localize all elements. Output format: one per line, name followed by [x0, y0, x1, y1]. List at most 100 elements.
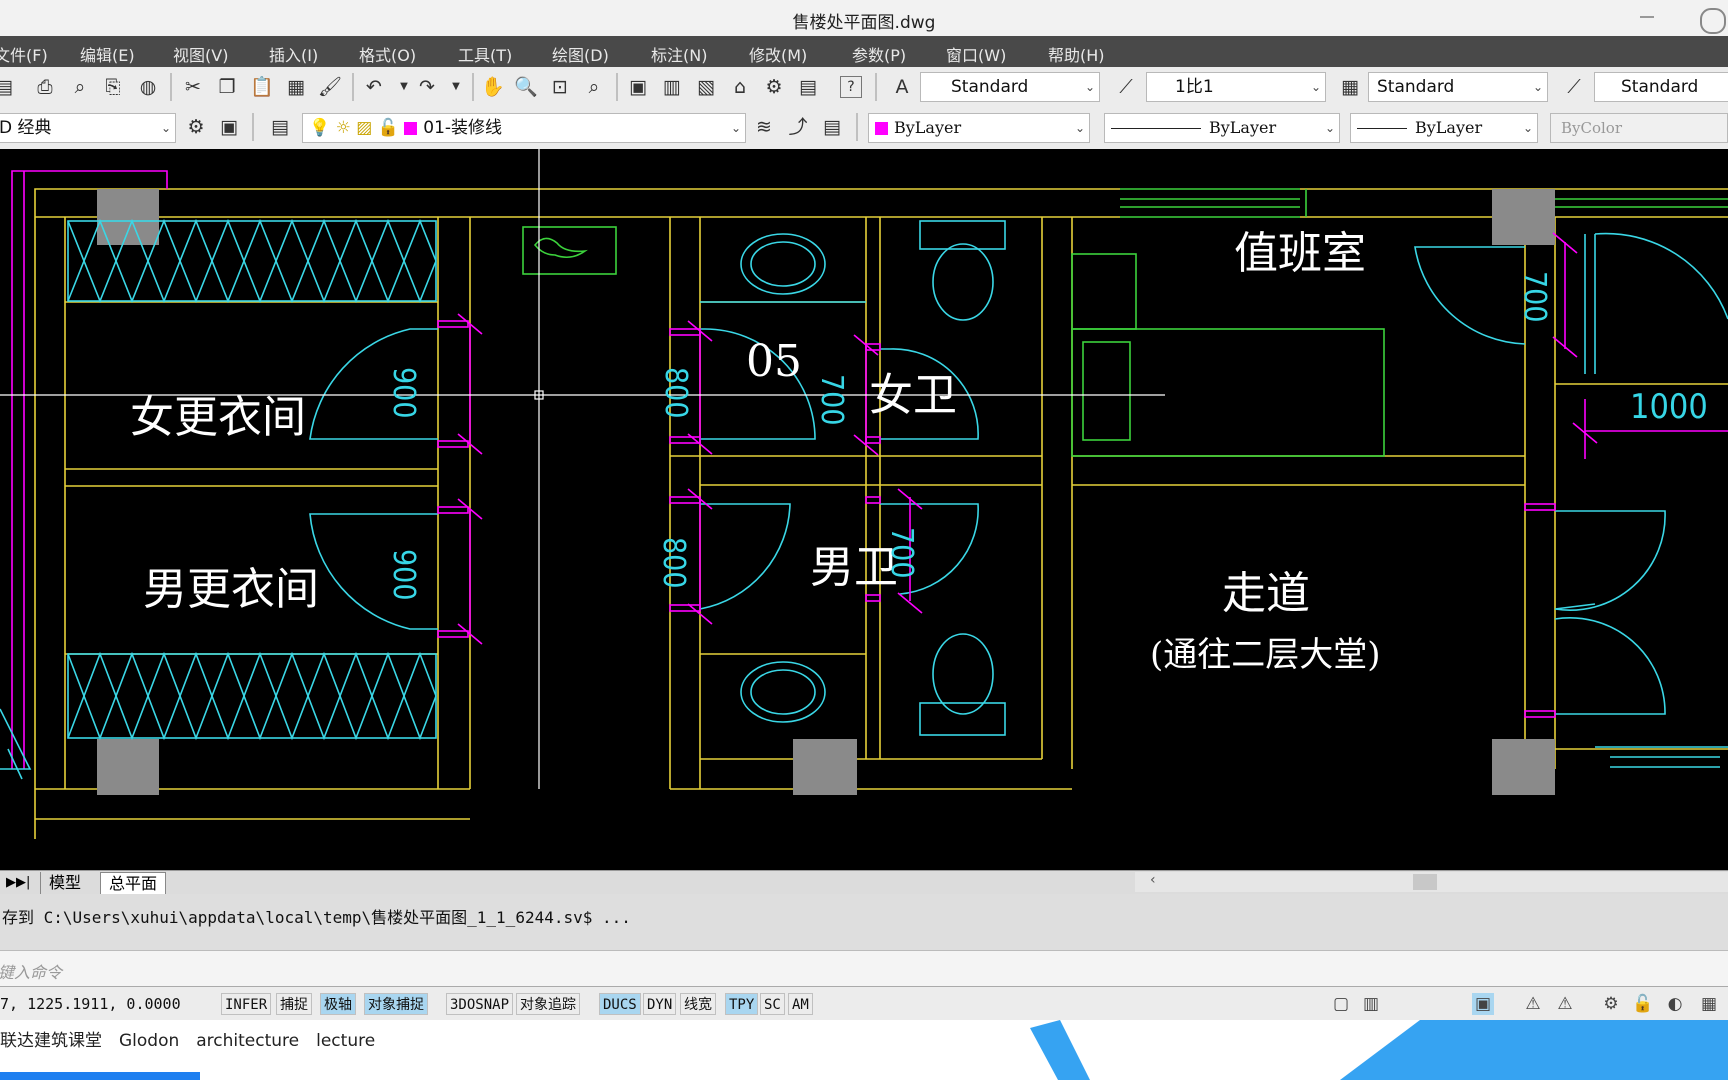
clean-screen-icon[interactable]: ▦	[1698, 993, 1720, 1015]
minimize-button[interactable]	[1640, 16, 1654, 18]
color-select[interactable]: ByLayer ⌄	[868, 113, 1090, 143]
plotstyle-select[interactable]: ByColor	[1550, 113, 1728, 143]
toolbar-lock-icon[interactable]: 🔓	[1632, 993, 1654, 1015]
redo-icon[interactable]: ↷	[415, 75, 439, 99]
workspace-toggle-icon[interactable]: ▣	[217, 115, 241, 139]
make-current-layer-icon[interactable]: ≋	[752, 115, 776, 139]
floor-plan-drawing	[0, 149, 1728, 839]
layer-color-swatch	[404, 121, 418, 135]
video-watermark: 联达建筑课堂 Glodon architecture lecture	[0, 1020, 1728, 1080]
isolate-objects-icon[interactable]: ◐	[1664, 993, 1686, 1015]
layer-previous-icon[interactable]: ⤴	[786, 115, 810, 139]
tab-layout[interactable]: 总平面	[100, 872, 167, 895]
cut-icon[interactable]: ✂	[181, 75, 205, 99]
status-infer[interactable]: INFER	[221, 993, 272, 1015]
calculator-icon[interactable]: ▤	[796, 75, 820, 99]
layer-vp-freeze-icon: ▨	[356, 118, 373, 138]
design-center-icon[interactable]: ▥	[660, 75, 684, 99]
menu-tools[interactable]: 工具(T)	[458, 42, 512, 66]
zoom-window-icon[interactable]: ⊡	[548, 75, 572, 99]
annotation-scale-icon[interactable]: ⟋	[1114, 75, 1138, 99]
sheet-set-icon[interactable]: ⌂	[728, 75, 752, 99]
linetype-select[interactable]: ByLayer ⌄	[1104, 113, 1340, 143]
publish-icon[interactable]: ⎘	[101, 75, 125, 99]
pan-icon[interactable]: ✋	[481, 75, 505, 99]
room-label-female-wc: 女卫	[869, 370, 957, 421]
drawing-canvas[interactable]: 女更衣间 男更衣间 值班室 女卫 男卫 走道 (通往二层大堂) 05 900 9…	[0, 149, 1728, 870]
status-sc[interactable]: SC	[760, 993, 785, 1015]
copy-icon[interactable]: ❐	[215, 75, 239, 99]
menu-format[interactable]: 格式(O)	[359, 42, 416, 66]
properties-icon[interactable]: ▣	[626, 75, 650, 99]
status-osnap[interactable]: 对象捕捉	[364, 993, 428, 1015]
help-icon[interactable]: ?	[840, 76, 862, 98]
command-history: 存到 C:\Users\xuhui\appdata\local\temp\售楼处…	[0, 894, 1728, 950]
3d-dwf-icon[interactable]: ◍	[136, 75, 160, 99]
markup-icon[interactable]: ⚙	[762, 75, 786, 99]
tab-nav-last-icon[interactable]: ▶▶|	[0, 872, 38, 894]
status-ducs[interactable]: DUCS	[599, 993, 641, 1015]
undo-dropdown-icon[interactable]: ▼	[392, 75, 416, 99]
layout-view-icon[interactable]: ▥	[1360, 993, 1382, 1015]
zoom-realtime-icon[interactable]: 🔍	[514, 75, 538, 99]
text-style-icon[interactable]: A	[890, 75, 914, 99]
annotation-scale-select[interactable]: 1比1 ⌄	[1146, 72, 1326, 102]
status-am[interactable]: AM	[788, 993, 813, 1015]
model-space-icon[interactable]: ▢	[1330, 993, 1352, 1015]
menu-view[interactable]: 视图(V)	[173, 42, 228, 66]
scroll-thumb[interactable]	[1413, 874, 1437, 890]
print-preview-icon[interactable]: ⌕	[68, 75, 92, 99]
command-placeholder: 键入命令	[0, 963, 63, 982]
title-bar: 售楼处平面图.dwg	[0, 0, 1728, 36]
menu-edit[interactable]: 编辑(E)	[80, 42, 135, 66]
text-style-select[interactable]: Standard ⌄	[920, 72, 1100, 102]
dimension-700-female-wc: 700	[814, 374, 849, 426]
table-style-select[interactable]: Standard ⌄	[1368, 72, 1548, 102]
room-label-corridor-note: (通往二层大堂)	[1150, 635, 1381, 675]
layer-properties-icon[interactable]: ▤	[268, 115, 292, 139]
auto-scale-icon[interactable]: ⚠	[1554, 993, 1576, 1015]
status-snap[interactable]: 捕捉	[276, 993, 312, 1015]
scroll-left-icon[interactable]: ‹	[1150, 872, 1156, 888]
redo-dropdown-icon[interactable]: ▼	[444, 75, 468, 99]
status-otrack[interactable]: 对象追踪	[516, 993, 580, 1015]
menu-modify[interactable]: 修改(M)	[749, 42, 807, 66]
status-polar[interactable]: 极轴	[320, 993, 356, 1015]
menu-file[interactable]: 文件(F)	[0, 42, 48, 66]
layer-state-icon[interactable]: ▤	[820, 115, 844, 139]
menu-draw[interactable]: 绘图(D)	[552, 42, 609, 66]
paste-icon[interactable]: 📋	[250, 75, 274, 99]
workspace-settings-icon[interactable]: ⚙	[184, 115, 208, 139]
multileader-style-icon[interactable]: ⟋	[1562, 75, 1586, 99]
menu-dimension[interactable]: 标注(N)	[651, 42, 707, 66]
undo-icon[interactable]: ↶	[362, 75, 386, 99]
dimension-900-upper: 900	[386, 367, 421, 419]
tool-palettes-icon[interactable]: ▧	[694, 75, 718, 99]
zoom-previous-icon[interactable]: ⌕	[582, 75, 606, 99]
annotation-visibility-icon[interactable]: ⚠	[1522, 993, 1544, 1015]
lineweight-select[interactable]: ByLayer ⌄	[1350, 113, 1538, 143]
status-lineweight[interactable]: 线宽	[680, 993, 716, 1015]
status-dyn[interactable]: DYN	[643, 993, 677, 1015]
menu-help[interactable]: 帮助(H)	[1048, 42, 1105, 66]
print-icon[interactable]: ⎙	[33, 75, 57, 99]
menu-parametric[interactable]: 参数(P)	[852, 42, 906, 66]
multileader-style-select[interactable]: Standard	[1594, 72, 1728, 102]
table-style-icon[interactable]: ▦	[1338, 75, 1362, 99]
workspace-select[interactable]: D 经典 ⌄	[0, 113, 176, 143]
tab-model[interactable]: 模型	[40, 872, 90, 894]
save-icon[interactable]: ▤	[0, 75, 16, 99]
layer-select[interactable]: 💡 ☼ ▨ 🔓 01-装修线 ⌄	[302, 113, 746, 143]
menu-insert[interactable]: 插入(I)	[269, 42, 318, 66]
status-3dosnap[interactable]: 3DOSNAP	[446, 993, 514, 1015]
command-input[interactable]: 键入命令	[0, 950, 1728, 987]
viewport-icon[interactable]: ▣	[1472, 993, 1494, 1015]
menu-window[interactable]: 窗口(W)	[946, 42, 1006, 66]
paste-block-icon[interactable]: ▦	[284, 75, 308, 99]
coordinate-readout: 7, 1225.1911, 0.0000	[0, 995, 181, 1013]
app-avatar-icon[interactable]	[1700, 8, 1726, 34]
status-tpy[interactable]: TPY	[725, 993, 759, 1015]
workspace-switch-icon[interactable]: ⚙	[1600, 993, 1622, 1015]
match-properties-icon[interactable]: 🖌	[318, 75, 342, 99]
horizontal-scrollbar[interactable]: ‹	[1135, 872, 1728, 892]
